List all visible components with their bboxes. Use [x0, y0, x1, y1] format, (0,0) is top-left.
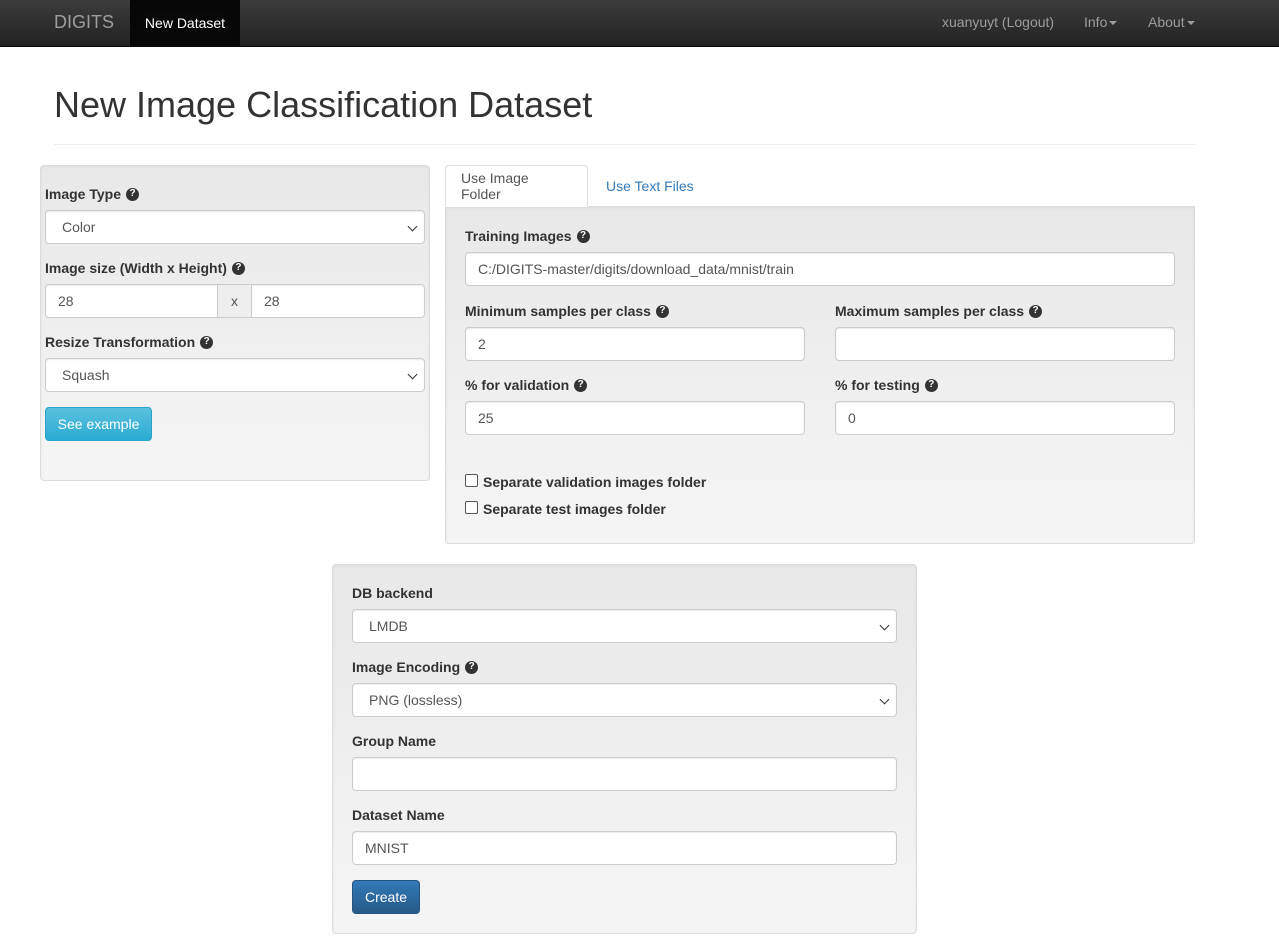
separate-test-label: Separate test images folder: [483, 501, 666, 517]
image-encoding-select[interactable]: PNG (lossless): [352, 683, 897, 717]
max-samples-label: Maximum samples per class?: [835, 303, 1043, 319]
page-title: New Image Classification Dataset: [54, 84, 593, 125]
width-input[interactable]: [45, 284, 218, 318]
tab-use-image-folder[interactable]: Use Image Folder: [445, 165, 588, 207]
help-icon[interactable]: ?: [126, 187, 139, 201]
db-backend-select[interactable]: LMDB: [352, 609, 897, 643]
navbar: DIGITS New Dataset xuanyuyt (Logout) Inf…: [0, 0, 1279, 47]
help-icon[interactable]: ?: [1029, 304, 1043, 318]
validation-label: % for validation?: [465, 377, 588, 393]
help-icon[interactable]: ?: [576, 229, 590, 243]
tab-use-text-files[interactable]: Use Text Files: [591, 165, 709, 207]
help-icon[interactable]: ?: [465, 660, 479, 674]
training-images-input[interactable]: [465, 252, 1175, 286]
title-divider: [54, 144, 1195, 145]
image-type-value: Color: [62, 219, 96, 235]
group-name-input[interactable]: [352, 757, 897, 791]
help-icon[interactable]: ?: [924, 378, 938, 392]
validation-label-text: % for validation: [465, 377, 570, 393]
db-backend-label: DB backend: [352, 585, 433, 601]
group-name-label: Group Name: [352, 733, 437, 749]
see-example-button[interactable]: See example: [45, 407, 152, 441]
logout-link[interactable]: xuanyuyt (Logout): [942, 14, 1054, 30]
min-samples-label: Minimum samples per class?: [465, 303, 669, 319]
chevron-down-icon: [879, 620, 890, 631]
info-menu[interactable]: Info: [1084, 14, 1118, 30]
resize-select[interactable]: Squash: [45, 358, 425, 392]
brand-link[interactable]: DIGITS: [54, 12, 114, 33]
about-menu[interactable]: About: [1148, 14, 1195, 30]
info-menu-label: Info: [1084, 14, 1108, 30]
separate-validation-checkbox[interactable]: [465, 474, 478, 487]
training-images-label: Training Images?: [465, 228, 590, 244]
size-separator: x: [217, 284, 252, 318]
help-icon[interactable]: ?: [574, 378, 588, 392]
create-button[interactable]: Create: [352, 880, 420, 914]
dataset-name-input[interactable]: [352, 831, 897, 865]
image-type-select[interactable]: Color: [45, 210, 425, 244]
min-samples-label-text: Minimum samples per class: [465, 303, 651, 319]
db-backend-value: LMDB: [369, 618, 408, 634]
validation-percent-input[interactable]: [465, 401, 805, 435]
min-samples-input[interactable]: [465, 327, 805, 361]
image-encoding-label: Image Encoding?: [352, 659, 479, 675]
resize-value: Squash: [62, 367, 110, 383]
testing-label: % for testing?: [835, 377, 938, 393]
caret-down-icon: [1109, 21, 1118, 26]
training-images-label-text: Training Images: [465, 228, 572, 244]
separate-test-checkbox[interactable]: [465, 501, 478, 514]
image-size-label: Image size (Width x Height)?: [45, 260, 245, 276]
image-size-label-text: Image size (Width x Height): [45, 260, 227, 276]
caret-down-icon: [1186, 21, 1195, 26]
max-samples-label-text: Maximum samples per class: [835, 303, 1025, 319]
testing-percent-input[interactable]: [835, 401, 1175, 435]
testing-label-text: % for testing: [835, 377, 920, 393]
help-icon[interactable]: ?: [200, 335, 214, 349]
resize-label: Resize Transformation?: [45, 334, 214, 350]
resize-label-text: Resize Transformation: [45, 334, 196, 350]
about-menu-label: About: [1148, 14, 1185, 30]
nav-new-dataset[interactable]: New Dataset: [130, 0, 240, 46]
image-encoding-label-text: Image Encoding: [352, 659, 461, 675]
image-type-label: Image Type?: [45, 186, 139, 202]
max-samples-input[interactable]: [835, 327, 1175, 361]
chevron-down-icon: [407, 369, 418, 380]
height-input[interactable]: [251, 284, 425, 318]
separate-validation-label: Separate validation images folder: [483, 474, 707, 490]
chevron-down-icon: [879, 694, 890, 705]
help-icon[interactable]: ?: [655, 304, 669, 318]
dataset-name-label: Dataset Name: [352, 807, 445, 823]
image-type-label-text: Image Type: [45, 186, 121, 202]
image-encoding-value: PNG (lossless): [369, 692, 463, 708]
help-icon[interactable]: ?: [231, 261, 245, 275]
chevron-down-icon: [407, 221, 418, 232]
